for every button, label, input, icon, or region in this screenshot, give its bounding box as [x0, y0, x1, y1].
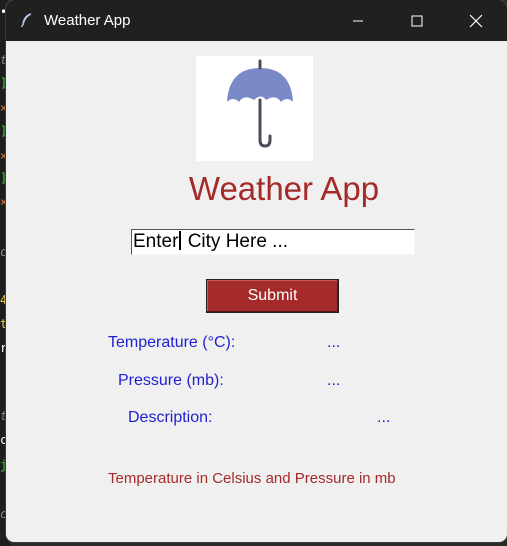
minimize-icon	[353, 20, 363, 21]
pressure-value: ...	[327, 372, 341, 389]
description-value: ...	[377, 409, 391, 426]
city-input[interactable]: Enter City Here ...	[131, 229, 415, 255]
description-label: Description:	[128, 409, 213, 426]
temperature-label: Temperature (°C):	[108, 334, 236, 351]
close-icon	[469, 14, 483, 27]
city-input-text-after-caret: City Here ...	[182, 231, 288, 252]
app-heading: Weather App	[188, 170, 380, 207]
feather-icon	[20, 13, 32, 28]
maximize-icon	[411, 15, 423, 26]
weather-app-window: Weather App Weather App Enter City Here …	[6, 0, 507, 542]
maximize-button[interactable]	[388, 0, 446, 41]
pressure-label: Pressure (mb):	[118, 372, 224, 389]
city-input-text-before-caret: Enter	[133, 231, 179, 252]
submit-button[interactable]: Submit	[206, 279, 339, 313]
temperature-value: ...	[327, 334, 341, 351]
umbrella-icon	[227, 59, 293, 148]
window-title: Weather App	[44, 12, 131, 29]
close-button[interactable]	[447, 0, 505, 41]
title-bar[interactable]: Weather App	[6, 0, 507, 41]
minimize-button[interactable]	[329, 0, 387, 41]
units-note: Temperature in Celsius and Pressure in m…	[108, 470, 396, 487]
app-logo	[196, 56, 313, 161]
